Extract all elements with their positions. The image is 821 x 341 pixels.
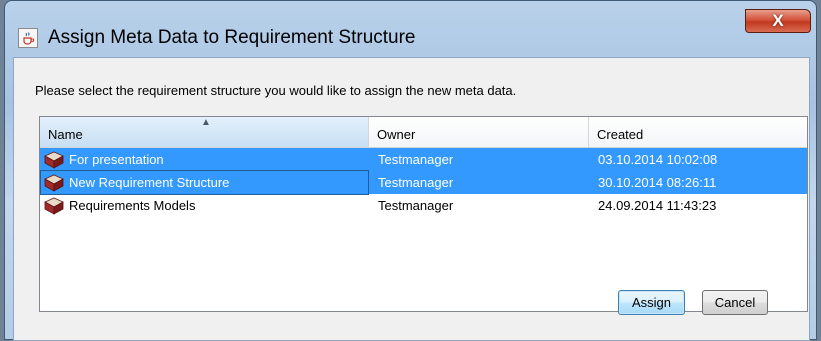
row-name: For presentation <box>69 152 164 167</box>
column-header-owner[interactable]: Owner <box>369 117 589 147</box>
cancel-button[interactable]: Cancel <box>702 290 768 315</box>
column-header-label: Name <box>48 127 83 142</box>
name-cell: Requirements Models <box>41 194 368 217</box>
table-row[interactable]: New Requirement Structure Testmanager 30… <box>40 170 807 195</box>
name-cell: New Requirement Structure <box>40 170 369 195</box>
row-created: 30.10.2014 08:26:11 <box>598 175 717 190</box>
row-owner: Testmanager <box>378 175 454 190</box>
dialog-window: Assign Meta Data to Requirement Structur… <box>4 0 817 341</box>
close-icon: X <box>772 11 784 30</box>
column-header-label: Owner <box>377 127 416 142</box>
table-row[interactable]: For presentation Testmanager 03.10.2014 … <box>40 148 807 171</box>
table-row[interactable]: Requirements Models Testmanager 24.09.20… <box>40 194 807 217</box>
title-bar[interactable]: Assign Meta Data to Requirement Structur… <box>5 1 816 57</box>
close-button[interactable]: X <box>745 9 811 33</box>
table-header: Name ▲ Owner Created <box>40 117 807 148</box>
column-header-name[interactable]: Name ▲ <box>40 117 369 147</box>
instruction-text: Please select the requirement structure … <box>35 83 517 98</box>
column-header-created[interactable]: Created <box>589 117 807 147</box>
name-cell: For presentation <box>41 148 368 171</box>
assign-button[interactable]: Assign <box>618 290 685 315</box>
java-cup-icon <box>18 28 38 48</box>
row-created: 24.09.2014 11:43:23 <box>598 198 717 213</box>
row-name: Requirements Models <box>69 198 196 213</box>
row-created: 03.10.2014 10:02:08 <box>598 152 718 167</box>
row-name: New Requirement Structure <box>69 175 230 190</box>
window-title: Assign Meta Data to Requirement Structur… <box>48 27 416 48</box>
structure-table[interactable]: Name ▲ Owner Created For presentation Te… <box>39 116 808 312</box>
column-header-label: Created <box>597 127 644 142</box>
book-icon <box>44 151 64 169</box>
book-icon <box>44 197 64 215</box>
book-icon <box>44 174 64 192</box>
row-owner: Testmanager <box>378 198 454 213</box>
dialog-content: Please select the requirement structure … <box>13 57 810 341</box>
row-owner: Testmanager <box>378 152 454 167</box>
sort-ascending-icon: ▲ <box>201 117 211 128</box>
